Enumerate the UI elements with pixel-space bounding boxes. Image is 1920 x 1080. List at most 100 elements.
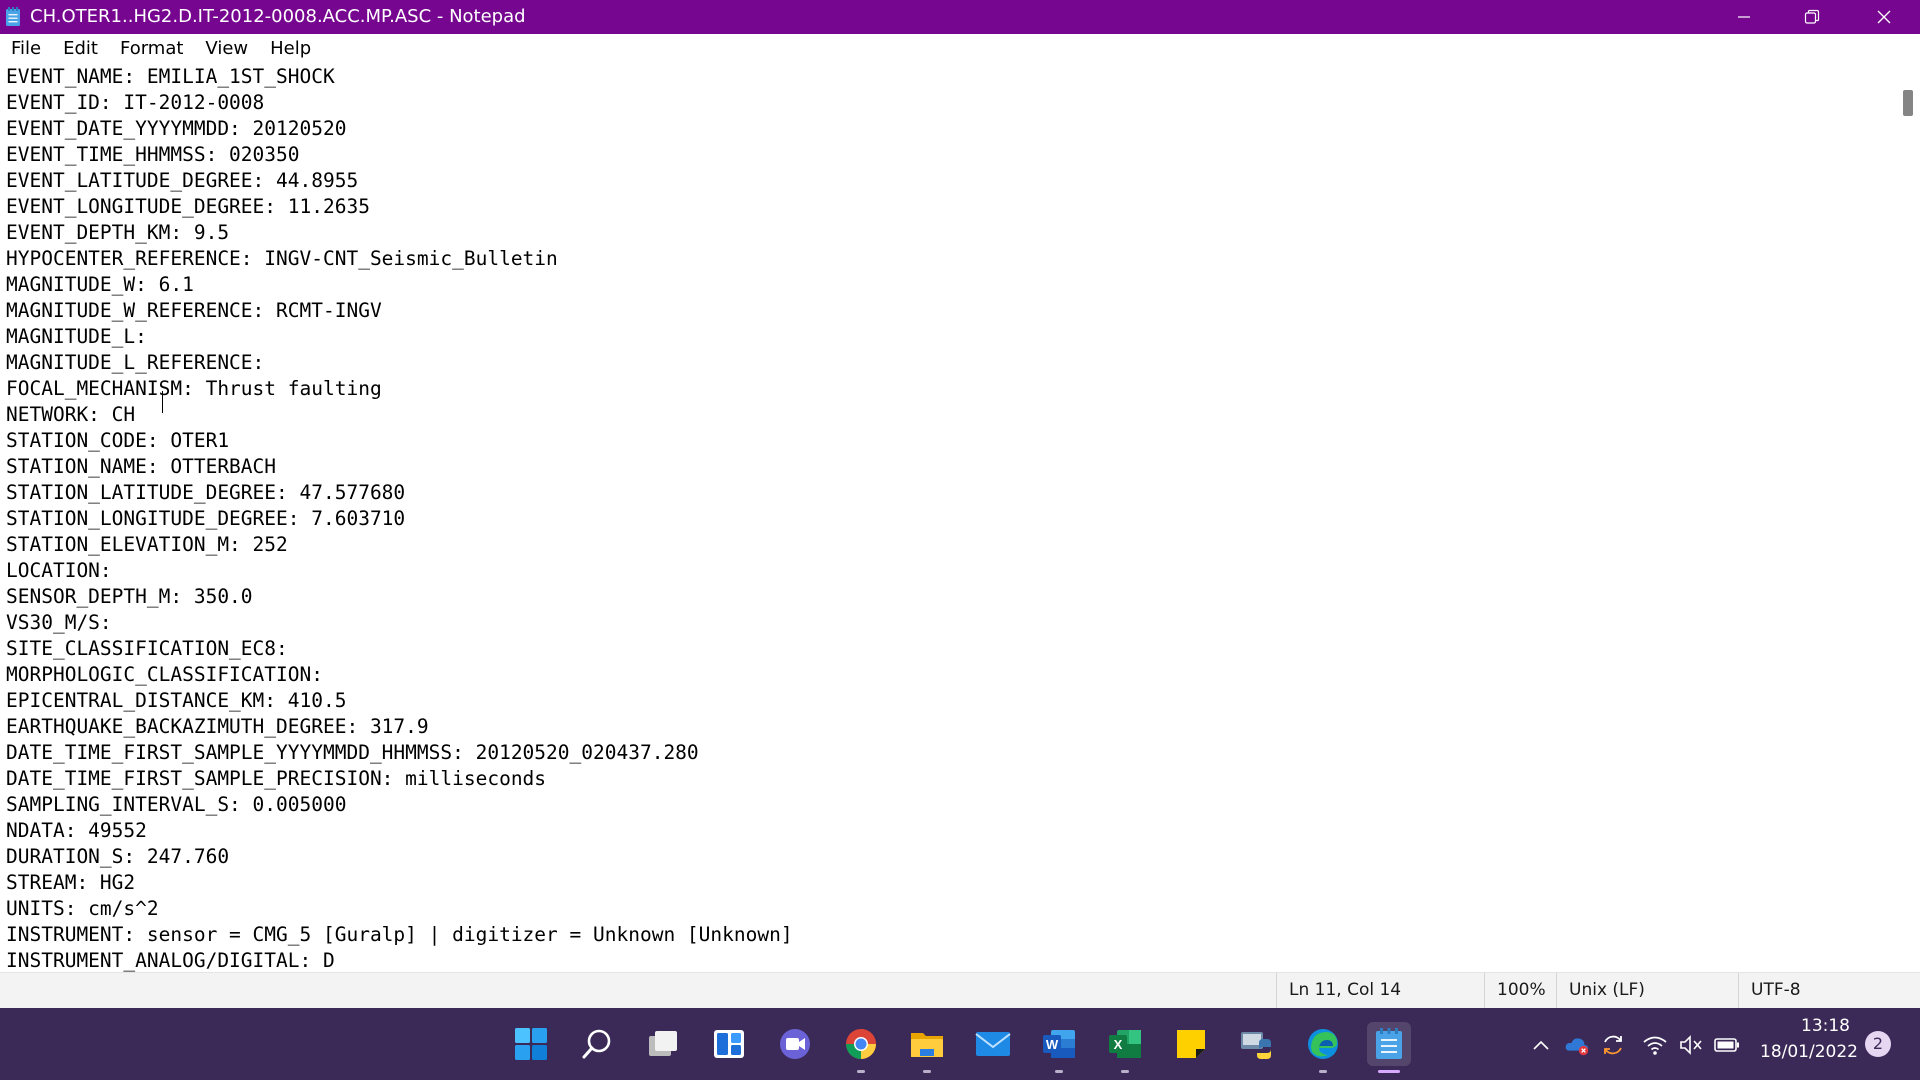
chrome-running-indicator [857, 1070, 865, 1073]
text-line[interactable]: STATION_NAME: OTTERBACH [6, 454, 276, 480]
text-line[interactable]: EVENT_LATITUDE_DEGREE: 44.8955 [6, 168, 358, 194]
close-button[interactable] [1850, 0, 1918, 34]
status-zoom: 100% [1484, 973, 1556, 1009]
excel-running-indicator [1121, 1070, 1129, 1073]
text-line[interactable]: UNITS: cm/s^2 [6, 896, 159, 922]
text-line[interactable]: DURATION_S: 247.760 [6, 844, 229, 870]
notepad-taskbar-button[interactable] [1367, 1022, 1411, 1066]
sticky-notes-button[interactable] [1169, 1022, 1213, 1066]
status-bar: Ln 11, Col 14 100% Unix (LF) UTF-8 [0, 972, 1920, 1009]
clock-time: 13:18 [1801, 1016, 1850, 1036]
text-line[interactable]: EVENT_LONGITUDE_DEGREE: 11.2635 [6, 194, 370, 220]
python-button[interactable] [1235, 1022, 1279, 1066]
restore-button[interactable] [1778, 0, 1846, 34]
mail-icon [975, 1032, 1011, 1056]
edge-button[interactable] [1301, 1022, 1345, 1066]
text-line[interactable]: STATION_ELEVATION_M: 252 [6, 532, 288, 558]
window-title: CH.OTER1..HG2.D.IT-2012-0008.ACC.MP.ASC … [30, 6, 526, 27]
text-line[interactable]: LOCATION: [6, 558, 112, 584]
text-line[interactable]: SENSOR_DEPTH_M: 350.0 [6, 584, 253, 610]
notepad-running-indicator [1378, 1070, 1400, 1073]
minimize-button[interactable] [1710, 0, 1778, 34]
text-line[interactable]: DATE_TIME_FIRST_SAMPLE_YYYYMMDD_HHMMSS: … [6, 740, 699, 766]
text-line[interactable]: STREAM: HG2 [6, 870, 135, 896]
status-cursor-position: Ln 11, Col 14 [1276, 973, 1484, 1009]
menu-format[interactable]: Format [109, 34, 194, 64]
clock-date: 18/01/2022 [1760, 1042, 1858, 1062]
text-line[interactable]: SITE_CLASSIFICATION_EC8: [6, 636, 288, 662]
wifi-tray-button[interactable] [1642, 1032, 1668, 1058]
chrome-button[interactable] [839, 1022, 883, 1066]
text-line[interactable]: SAMPLING_INTERVAL_S: 0.005000 [6, 792, 346, 818]
status-line-ending: Unix (LF) [1556, 973, 1738, 1009]
text-line[interactable]: NDATA: 49552 [6, 818, 147, 844]
text-line[interactable]: DATE_TIME_FIRST_SAMPLE_PRECISION: millis… [6, 766, 546, 792]
taskbar: W X [0, 1008, 1920, 1080]
text-line[interactable]: STATION_LONGITUDE_DEGREE: 7.603710 [6, 506, 405, 532]
python-icon [1241, 1032, 1271, 1059]
file-explorer-icon [911, 1033, 943, 1057]
text-line[interactable]: INSTRUMENT: sensor = CMG_5 [Guralp] | di… [6, 922, 793, 948]
battery-icon [1714, 1038, 1739, 1052]
sticky-notes-icon [1177, 1030, 1205, 1058]
file-explorer-button[interactable] [905, 1022, 949, 1066]
vertical-scrollbar[interactable] [1900, 64, 1920, 972]
text-line[interactable]: EVENT_DATE_YYYYMMDD: 20120520 [6, 116, 346, 142]
text-line[interactable]: EVENT_ID: IT-2012-0008 [6, 90, 264, 116]
text-line[interactable]: EPICENTRAL_DISTANCE_KM: 410.5 [6, 688, 346, 714]
volume-tray-button[interactable] [1678, 1032, 1704, 1058]
task-view-icon [649, 1031, 677, 1056]
text-line[interactable]: MAGNITUDE_L_REFERENCE: [6, 350, 264, 376]
teams-chat-icon [780, 1029, 810, 1059]
text-line[interactable]: INSTRUMENT_ANALOG/DIGITAL: D [6, 948, 335, 972]
start-icon [515, 1028, 547, 1060]
edge-icon [1308, 1029, 1338, 1059]
text-line[interactable]: EARTHQUAKE_BACKAZIMUTH_DEGREE: 317.9 [6, 714, 429, 740]
chrome-icon [846, 1029, 876, 1059]
text-line[interactable]: EVENT_DEPTH_KM: 9.5 [6, 220, 229, 246]
minimize-icon [1738, 16, 1750, 18]
menu-file[interactable]: File [0, 34, 52, 64]
widgets-icon [714, 1030, 744, 1058]
text-line[interactable]: MAGNITUDE_W_REFERENCE: RCMT-INGV [6, 298, 382, 324]
explorer-running-indicator [923, 1070, 931, 1073]
edge-running-indicator [1319, 1070, 1327, 1073]
svg-text:W: W [1046, 1037, 1059, 1052]
text-line[interactable]: NETWORK: CH [6, 402, 135, 428]
text-line[interactable]: HYPOCENTER_REFERENCE: INGV-CNT_Seismic_B… [6, 246, 558, 272]
excel-button[interactable]: X [1103, 1022, 1147, 1066]
notification-badge[interactable]: 2 [1865, 1031, 1891, 1057]
show-hidden-icons-button[interactable] [1528, 1032, 1554, 1058]
text-line[interactable]: EVENT_NAME: EMILIA_1ST_SHOCK [6, 64, 335, 90]
text-editor[interactable]: EVENT_NAME: EMILIA_1ST_SHOCK EVENT_ID: IT… [0, 64, 1900, 972]
wifi-icon [1643, 1036, 1667, 1055]
chevron-up-icon [1533, 1040, 1549, 1050]
search-button[interactable] [575, 1022, 619, 1066]
title-bar[interactable]: CH.OTER1..HG2.D.IT-2012-0008.ACC.MP.ASC … [0, 0, 1920, 34]
task-view-button[interactable] [641, 1022, 685, 1066]
text-line[interactable]: EVENT_TIME_HHMMSS: 020350 [6, 142, 300, 168]
menu-view[interactable]: View [194, 34, 259, 64]
start-button[interactable] [509, 1022, 553, 1066]
chat-button[interactable] [773, 1022, 817, 1066]
word-button[interactable]: W [1037, 1022, 1081, 1066]
text-line[interactable]: MAGNITUDE_W: 6.1 [6, 272, 194, 298]
onedrive-tray-button[interactable] [1564, 1032, 1590, 1058]
menu-help[interactable]: Help [259, 34, 322, 64]
search-icon [582, 1029, 611, 1059]
sync-tray-button[interactable] [1600, 1032, 1626, 1058]
system-clock[interactable]: 13:18 18/01/2022 [1760, 1013, 1858, 1065]
notepad-icon [1376, 1028, 1402, 1059]
widgets-button[interactable] [707, 1022, 751, 1066]
mail-button[interactable] [971, 1022, 1015, 1066]
text-line[interactable]: VS30_M/S: [6, 610, 112, 636]
word-icon: W [1043, 1030, 1075, 1058]
text-line[interactable]: STATION_LATITUDE_DEGREE: 47.577680 [6, 480, 405, 506]
scrollbar-thumb[interactable] [1903, 90, 1913, 116]
text-line[interactable]: FOCAL_MECHANISM: Thrust faulting [6, 376, 382, 402]
battery-tray-button[interactable] [1714, 1032, 1740, 1058]
text-line[interactable]: MORPHOLOGIC_CLASSIFICATION: [6, 662, 323, 688]
text-line[interactable]: MAGNITUDE_L: [6, 324, 159, 350]
menu-edit[interactable]: Edit [52, 34, 109, 64]
text-line[interactable]: STATION_CODE: OTER1 [6, 428, 229, 454]
